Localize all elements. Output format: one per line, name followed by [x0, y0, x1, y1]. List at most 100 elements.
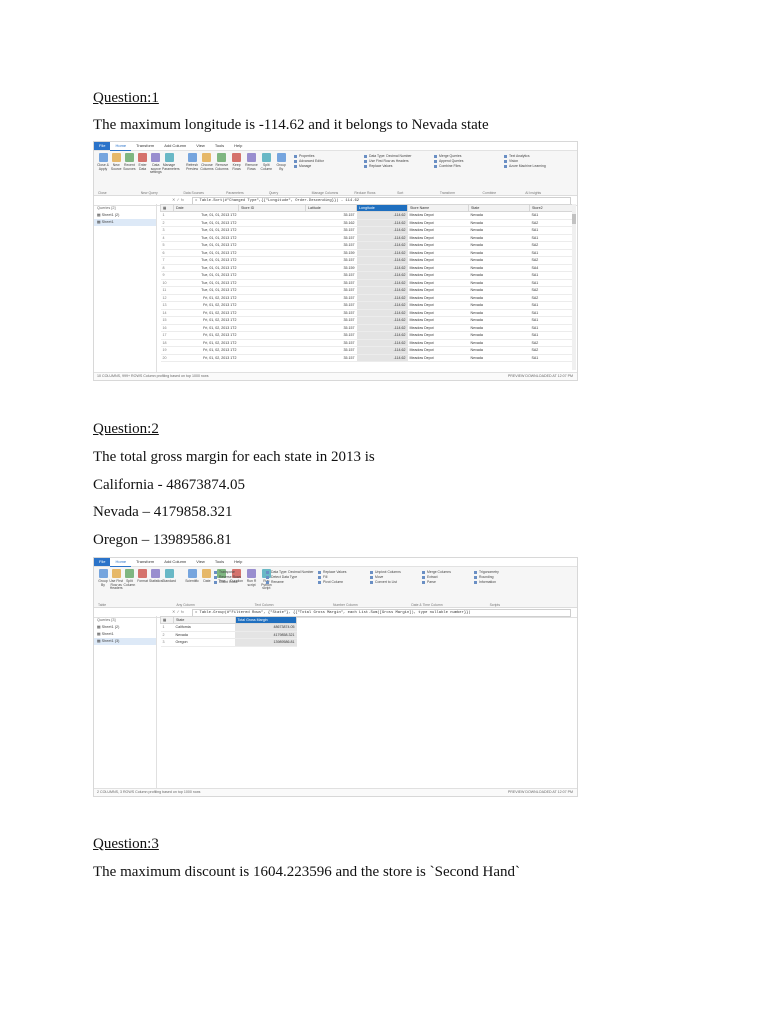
ribbon-group-label: Manage Columns — [311, 191, 339, 195]
query-item[interactable]: ▦ Sheet1 — [94, 631, 156, 638]
column-header-store2[interactable]: Store2 — [529, 204, 575, 212]
ribbon-button-enter-data[interactable]: Enter Data — [136, 153, 150, 171]
column-header-longitude[interactable]: Longitude — [356, 204, 408, 212]
tab-transform[interactable]: Transform — [131, 558, 159, 566]
data-grid: ▦ Date Store ID Latitude Longitude Store Name… — [160, 204, 575, 370]
ribbon-button-data-source-settings[interactable]: Data source settings — [149, 153, 163, 175]
ribbon-button-label: Group By — [98, 579, 108, 587]
answer-line-nevada: Nevada – 4179858.321 — [93, 504, 233, 520]
cell-store-id — [238, 331, 306, 340]
cell-total-gross-margin: 48673874.05 — [235, 623, 297, 632]
column-header-state[interactable]: State — [173, 616, 236, 624]
tab-file[interactable]: File — [94, 142, 111, 150]
tab-add-column[interactable]: Add Column — [159, 558, 191, 566]
ribbon-button-use-first-row-as-headers[interactable]: Use First Row as Headers — [109, 569, 123, 591]
queries-pane: Queries [3] ▦ Sheet1 (2) ▦ Sheet1 ▦ Sheet1 … — [94, 616, 157, 788]
cell-latitude: 35.157 — [305, 331, 357, 340]
ribbon-button-statistics[interactable]: Statistics — [149, 569, 163, 584]
tab-add-column[interactable]: Add Column — [159, 142, 191, 150]
cell-store-name: Meadow Depot — [407, 309, 469, 317]
ribbon-button-label: Recent Sources — [123, 163, 136, 171]
ribbon-button-close-apply[interactable]: Close & Apply — [96, 153, 110, 171]
fx-icon: ✕ ✓ fx — [172, 197, 185, 202]
tab-transform[interactable]: Transform — [131, 142, 159, 150]
grid-corner[interactable]: ▦ — [160, 204, 174, 212]
ribbon-list-item[interactable]: Parse — [422, 580, 451, 585]
cell-latitude: 35.157 — [305, 324, 357, 332]
column-header-store-name[interactable]: Store Name — [407, 204, 469, 212]
ribbon-button-split-column[interactable]: Split Column — [122, 569, 136, 587]
tab-home[interactable]: Home — [110, 558, 132, 567]
query-item[interactable]: ▦ Sheet1 (3) — [94, 638, 156, 645]
ribbon-button-group-by[interactable]: Group By — [96, 569, 110, 587]
ribbon-tabs: File Home Transform Add Column View Tools Help — [94, 142, 577, 151]
ribbon-button-standard[interactable]: Standard — [162, 569, 176, 584]
column-header-total-gross-margin[interactable]: Total Gross Margin — [234, 616, 297, 624]
column-header-date[interactable]: Date — [173, 204, 239, 212]
vertical-scrollbar[interactable] — [572, 204, 576, 370]
tab-home[interactable]: Home — [110, 142, 132, 151]
ribbon-button-group-by[interactable]: Group By — [274, 153, 288, 171]
ribbon-button-remove-rows[interactable]: Remove Rows — [245, 153, 259, 171]
column-header-state[interactable]: State — [468, 204, 530, 212]
ribbon-button-keep-rows[interactable]: Keep Rows — [230, 153, 244, 171]
ribbon-list-item[interactable]: Manage — [294, 164, 324, 169]
grid-corner[interactable]: ▦ — [160, 616, 174, 624]
ribbon-list-item[interactable]: Azure Machine Learning — [504, 164, 546, 169]
ribbon-list-item[interactable]: Replace Values — [364, 164, 412, 169]
ribbon-button-recent-sources[interactable]: Recent Sources — [122, 153, 136, 171]
ribbon-button-new-source[interactable]: New Source — [109, 153, 123, 171]
tab-tools[interactable]: Tools — [210, 142, 229, 150]
cell-longitude: -114.62 — [356, 211, 408, 220]
ribbon-list-item[interactable]: Convert to List — [370, 580, 401, 585]
table-row: 18 Fri, 01, 02, 2013 1T2 35.157 -114.62 Mead… — [160, 339, 575, 347]
column-header-store-id[interactable]: Store ID — [238, 204, 306, 212]
ribbon-list-group: Merge Columns Extract Parse — [422, 570, 451, 585]
ribbon-button-date[interactable]: Date — [200, 569, 214, 584]
ribbon-button-icon — [98, 153, 108, 162]
ribbon-button-split-column[interactable]: Split Column — [259, 153, 273, 171]
ribbon-button-icon — [98, 569, 108, 578]
cell-latitude: 35.157 — [305, 234, 357, 242]
query-item[interactable]: ▦ Sheet1 — [94, 219, 156, 226]
cell-store-name: Meadow Depot — [407, 226, 469, 235]
ribbon-button-choose-columns[interactable]: Choose Columns — [200, 153, 214, 171]
table-row: 3 Tue, 01, 01, 2013 1T2 35.157 -114.62 Meado… — [160, 226, 575, 235]
tab-tools[interactable]: Tools — [210, 558, 229, 566]
cell-store-name: Meadow Depot — [407, 324, 469, 332]
ribbon-button-run-r-script[interactable]: Run R script — [245, 569, 259, 587]
cell-state: Nevada — [468, 339, 530, 347]
ribbon-list-item[interactable]: Combine Files — [434, 164, 464, 169]
cell-longitude: -114.62 — [356, 354, 408, 362]
ribbon-list-item[interactable]: Count Rows — [214, 580, 241, 585]
cell-date: Tue, 01, 01, 2013 1T2 — [173, 241, 239, 250]
cell-state: Nevada — [468, 316, 530, 325]
query-item[interactable]: ▦ Sheet1 (2) — [94, 624, 156, 631]
row-index: 12 — [160, 294, 174, 302]
ribbon-button-manage-parameters[interactable]: Manage Parameters — [162, 153, 180, 171]
tab-view[interactable]: View — [191, 558, 210, 566]
ribbon-list-item[interactable]: Information — [474, 580, 499, 585]
column-header-latitude[interactable]: Latitude — [305, 204, 357, 212]
row-index: 1 — [160, 623, 174, 632]
tab-view[interactable]: View — [191, 142, 210, 150]
cell-date: Fri, 01, 02, 2013 1T2 — [173, 316, 239, 325]
tab-help[interactable]: Help — [229, 142, 247, 150]
ribbon-list-item[interactable]: Pivot Column — [318, 580, 347, 585]
query-item[interactable]: ▦ Sheet1 (2) — [94, 212, 156, 219]
ribbon-button-label: Statistics — [149, 579, 163, 583]
ribbon-button-format[interactable]: Format — [136, 569, 150, 584]
ribbon-group-label: Parameters — [226, 191, 244, 195]
ribbon-button-icon — [124, 569, 134, 578]
ribbon-button-label: Date — [203, 579, 211, 583]
status-bar: 2 COLUMNS, 3 ROWS Column profiling based… — [94, 788, 577, 796]
ribbon-list-item[interactable]: Rename — [266, 580, 314, 585]
ribbon-button-refresh-preview[interactable]: Refresh Preview — [185, 153, 199, 171]
ribbon-button-scientific[interactable]: Scientific — [185, 569, 199, 584]
ribbon-list-group: Merge Queries Append Queries Combine Files — [434, 154, 464, 169]
tab-help[interactable]: Help — [229, 558, 247, 566]
ribbon-button-remove-columns[interactable]: Remove Columns — [215, 153, 229, 171]
row-index: 2 — [160, 631, 174, 639]
cell-longitude: -114.62 — [356, 256, 408, 265]
tab-file[interactable]: File — [94, 558, 111, 566]
